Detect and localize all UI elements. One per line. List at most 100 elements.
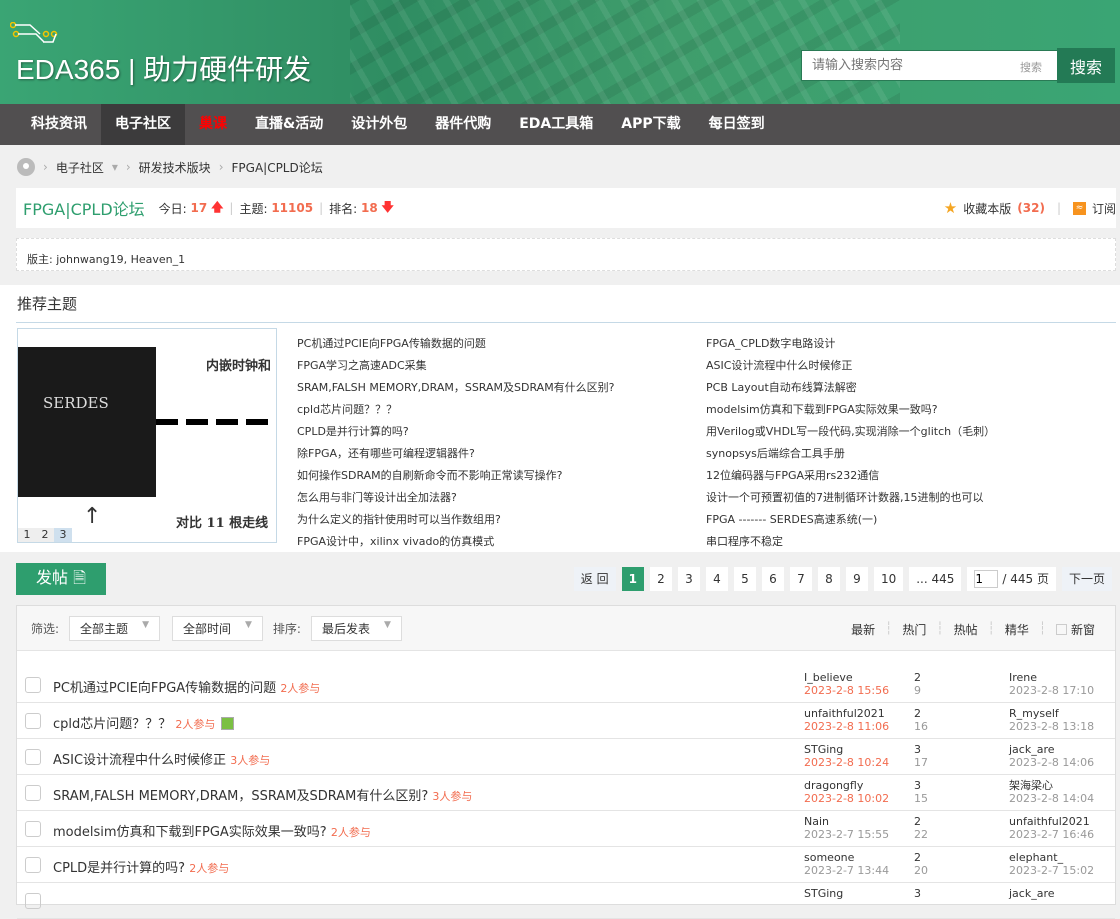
last-poster[interactable]: unfaithful2021	[1009, 815, 1090, 828]
nav-item[interactable]: 每日签到	[695, 104, 779, 145]
page-link[interactable]: 8	[817, 567, 840, 591]
type-select[interactable]: 全部主题 ▼	[69, 615, 160, 641]
thread-author[interactable]: STGing	[804, 743, 843, 756]
page-link[interactable]: 6	[761, 567, 784, 591]
rank-value: 18	[361, 201, 378, 215]
recommended-topic-link[interactable]: SRAM,FALSH MEMORY,DRAM，SSRAM及SDRAM有什么区别?	[297, 377, 615, 399]
page-link[interactable]: 5	[733, 567, 756, 591]
slide-page-dot[interactable]: 2	[36, 528, 54, 542]
page-link[interactable]: 3	[677, 567, 700, 591]
recommended-topic-link[interactable]: FPGA ------- SERDES高速系统(一)	[706, 509, 995, 531]
recommended-topic-link[interactable]: CPLD是并行计算的吗?	[297, 421, 615, 443]
thread-title[interactable]: SRAM,FALSH MEMORY,DRAM，SSRAM及SDRAM有什么区别?	[53, 789, 428, 804]
page-link[interactable]: 1	[621, 567, 644, 591]
thread-title[interactable]: modelsim仿真和下载到FPGA实际效果一致吗?	[53, 825, 327, 840]
thread-checkbox[interactable]	[25, 713, 41, 729]
back-button[interactable]: 返 回	[573, 567, 616, 591]
nav-item[interactable]: 直播&活动	[241, 104, 337, 145]
site-logo[interactable]: EDA365 | 助力硬件研发	[16, 48, 311, 88]
recommended-topic-link[interactable]: 串口程序不稳定	[706, 531, 995, 553]
thread-checkbox[interactable]	[25, 821, 41, 837]
new-post-button[interactable]: 发帖 🗎	[16, 563, 106, 595]
page-link[interactable]: 4	[705, 567, 728, 591]
recommended-topic-link[interactable]: FPGA学习之高速ADC采集	[297, 355, 615, 377]
breadcrumb-section[interactable]: 研发技术版块	[139, 159, 211, 176]
chevron-down-icon[interactable]: ▾	[112, 160, 118, 174]
recommended-topic-link[interactable]: PC机通过PCIE向FPGA传输数据的问题	[297, 333, 615, 355]
page-link[interactable]: 9	[845, 567, 868, 591]
recommended-topic-link[interactable]: cpld芯片问题？？？	[297, 399, 615, 421]
thread-author[interactable]: dragongfly	[804, 779, 863, 792]
thread-author[interactable]: unfaithful2021	[804, 707, 885, 720]
thread-checkbox[interactable]	[25, 785, 41, 801]
recommended-topic-link[interactable]: 设计一个可预置初值的7进制循环计数器,15进制的也可以	[706, 487, 995, 509]
new-window-checkbox[interactable]: 新窗	[1056, 621, 1095, 638]
thread-title[interactable]: CPLD是并行计算的吗?	[53, 861, 185, 876]
recommended-topic-link[interactable]: PCB Layout自动布线算法解密	[706, 377, 995, 399]
page-link[interactable]: 7	[789, 567, 812, 591]
favorite-link[interactable]: 收藏本版	[963, 200, 1011, 217]
last-poster[interactable]: R_myself	[1009, 707, 1059, 720]
thread-checkbox[interactable]	[25, 677, 41, 693]
slide-page-dot[interactable]: 3	[54, 528, 72, 542]
nav-item[interactable]: 设计外包	[337, 104, 421, 145]
thread-author[interactable]: Nain	[804, 815, 829, 828]
star-icon[interactable]: ★	[944, 199, 957, 217]
page-input[interactable]	[974, 570, 999, 588]
next-page-button[interactable]: 下一页	[1061, 567, 1112, 591]
page-link[interactable]: 2	[649, 567, 672, 591]
tab-hot[interactable]: 热帖	[954, 621, 978, 638]
search-hint[interactable]: 搜索	[1020, 59, 1042, 75]
thread-title[interactable]: ASIC设计流程中什么时候修正	[53, 753, 226, 768]
last-poster[interactable]: elephant_	[1009, 851, 1063, 864]
slide-page-dot[interactable]: 1	[18, 528, 36, 542]
nav-item[interactable]: 电子社区	[101, 104, 185, 145]
thread-checkbox[interactable]	[25, 749, 41, 765]
nav-item[interactable]: 巢课	[185, 104, 241, 145]
recommended-topic-link[interactable]: 怎么用与非门等设计出全加法器?	[297, 487, 615, 509]
sort-select[interactable]: 最后发表 ▼	[310, 615, 402, 641]
recommended-topic-link[interactable]: FPGA_CPLD数字电路设计	[706, 333, 995, 355]
page-link[interactable]: ... 445	[909, 567, 962, 591]
last-poster[interactable]: jack_are	[1009, 743, 1055, 756]
thread-title[interactable]: PC机通过PCIE向FPGA传输数据的问题	[53, 681, 276, 696]
thread-title[interactable]: cpld芯片问题？？？	[53, 717, 171, 732]
recommended-topic-link[interactable]: 如何操作SDRAM的自刷新命令而不影响正常读写操作?	[297, 465, 615, 487]
thread-author[interactable]: I_believe	[804, 671, 853, 684]
thread-list: 筛选: 全部主题 ▼ 全部时间 ▼ 排序: 最后发表 ▼ 最新 ┆ 热门 ┆ 热帖 ┆ 精华…	[16, 605, 1116, 919]
page-link[interactable]: 10	[873, 567, 904, 591]
checkbox[interactable]	[1056, 624, 1068, 635]
subscribe-link[interactable]: 订阅	[1092, 200, 1116, 217]
last-poster[interactable]: jack_are	[1009, 887, 1055, 900]
rss-icon[interactable]: ≈	[1072, 201, 1086, 215]
recommended-topic-link[interactable]: 12位编码器与FPGA采用rs232通信	[706, 465, 995, 487]
time-select[interactable]: 全部时间 ▼	[171, 615, 263, 641]
recommended-topic-link[interactable]: 除FPGA，还有哪些可编程逻辑器件?	[297, 443, 615, 465]
recommended-topic-link[interactable]: synopsys后端综合工具手册	[706, 443, 995, 465]
nav-item[interactable]: APP下载	[607, 104, 694, 145]
divider	[16, 322, 1116, 323]
recommended-slideshow[interactable]: SERDES 内嵌时钟和 对比 11 根走线 ↑ 123	[17, 328, 277, 543]
recommended-topic-link[interactable]: FPGA设计中，xilinx vivado的仿真模式	[297, 531, 615, 553]
last-poster[interactable]: 架海梁心	[1009, 779, 1053, 792]
recommended-topic-link[interactable]: 为什么定义的指针使用时可以当作数组用?	[297, 509, 615, 531]
thread-checkbox[interactable]	[25, 857, 41, 873]
tab-digest[interactable]: 精华	[1005, 621, 1029, 638]
recommended-topic-link[interactable]: modelsim仿真和下载到FPGA实际效果一致吗?	[706, 399, 995, 421]
tab-latest[interactable]: 最新	[851, 621, 875, 638]
tab-popular[interactable]: 热门	[902, 621, 926, 638]
nav-item[interactable]: 科技资讯	[17, 104, 101, 145]
recommended-topic-link[interactable]: 用Verilog或VHDL写一段代码,实现消除一个glitch（毛刺）	[706, 421, 995, 443]
breadcrumb-forum[interactable]: FPGA|CPLD论坛	[232, 159, 323, 176]
thread-checkbox[interactable]	[25, 893, 41, 909]
last-poster[interactable]: Irene	[1009, 671, 1037, 684]
thread-author[interactable]: STGing	[804, 887, 843, 900]
recommended-topic-link[interactable]: ASIC设计流程中什么时候修正	[706, 355, 995, 377]
breadcrumb-community[interactable]: 电子社区	[56, 159, 104, 176]
search-input[interactable]	[802, 51, 1012, 80]
nav-item[interactable]: 器件代购	[421, 104, 505, 145]
thread-author[interactable]: someone	[804, 851, 854, 864]
slide-image	[18, 347, 156, 497]
search-button[interactable]: 搜索	[1057, 48, 1115, 83]
nav-item[interactable]: EDA工具箱	[505, 104, 607, 145]
